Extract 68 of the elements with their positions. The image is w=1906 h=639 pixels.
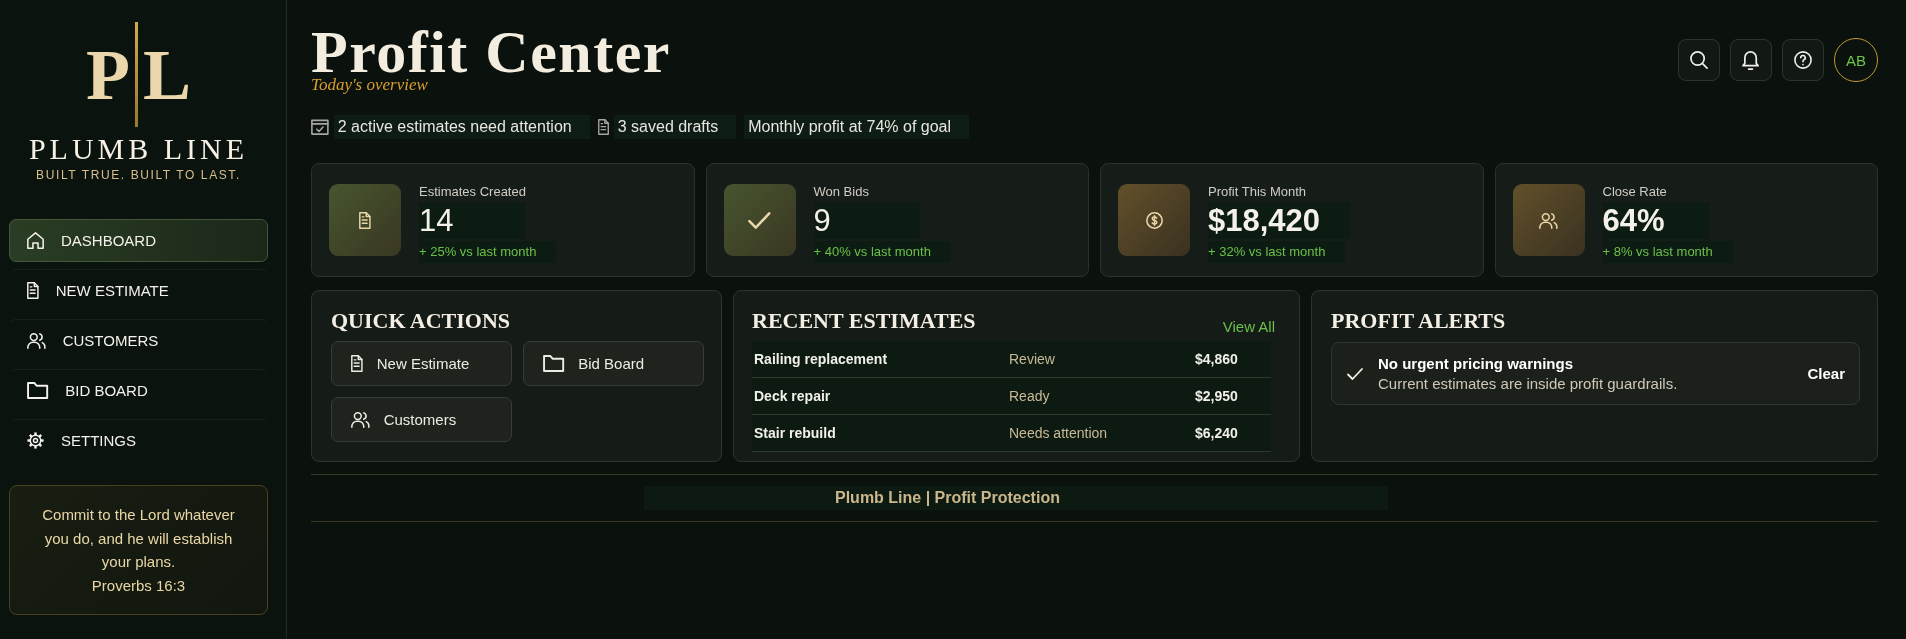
quote-text: Commit to the Lord whatever you do, and he will establish your plans. [41, 505, 236, 572]
view-all-link[interactable]: View All [1222, 318, 1275, 336]
document-icon [597, 119, 609, 135]
stat-change: + 8% vs last month [1602, 241, 1733, 263]
document-icon [27, 282, 39, 299]
panel-title: RECENT ESTIMATES [752, 308, 976, 334]
quick-action-button[interactable]: Customers [331, 397, 512, 442]
stat-value: 9 [813, 202, 920, 239]
search-button[interactable] [1678, 39, 1720, 81]
estimate-amount: $6,240 [1195, 425, 1239, 441]
search-icon [1690, 51, 1708, 69]
bell-icon [1742, 50, 1760, 70]
nav-item[interactable]: BID BOARD [9, 369, 268, 412]
help-icon [1794, 51, 1812, 69]
quick-action-button[interactable]: Bid Board [523, 341, 704, 386]
nav-item[interactable]: DASHBOARD [9, 219, 268, 262]
check-icon [1347, 367, 1363, 380]
folder-icon [543, 355, 565, 372]
panel-title: QUICK ACTIONS [331, 308, 512, 334]
estimate-name: Deck repair [753, 388, 832, 404]
notice-text: 2 active estimates need attention [333, 115, 590, 139]
document-icon [329, 184, 401, 256]
estimate-name: Stair rebuild [753, 425, 837, 441]
folder-icon [27, 382, 49, 399]
stat-change: + 32% vs last month [1208, 241, 1346, 263]
estimate-name: Railing replacement [753, 351, 889, 367]
notice-text: 3 saved drafts [613, 115, 737, 139]
nav-item[interactable]: CUSTOMERS [9, 319, 268, 362]
brand-name: PLUMB LINE [27, 131, 250, 167]
stat-label: Profit This Month [1208, 184, 1307, 200]
help-button[interactable] [1782, 39, 1824, 81]
nav-item[interactable]: NEW ESTIMATE [9, 269, 268, 312]
home-icon [27, 232, 44, 249]
footer-text: Plumb Line | Profit Protection [644, 486, 1388, 510]
logo-letter: L [142, 38, 191, 111]
estimate-status: Ready [1009, 388, 1051, 404]
stat-label: Close Rate [1602, 184, 1667, 200]
stat-change: + 40% vs last month [813, 241, 951, 263]
notice-text: Monthly profit at 74% of goal [744, 115, 969, 139]
stat-value: 14 [419, 202, 525, 239]
stat-label: Estimates Created [419, 184, 526, 200]
stat-label: Won Bids [813, 184, 869, 200]
users-icon [27, 332, 46, 349]
nav-item[interactable]: SETTINGS [9, 419, 268, 462]
estimate-amount: $2,950 [1195, 388, 1239, 404]
document-icon [351, 355, 363, 372]
calendar-check-icon [311, 119, 329, 135]
vertical-line-icon [134, 22, 138, 127]
panel-title: PROFIT ALERTS [1331, 308, 1507, 334]
users-icon [1512, 184, 1585, 256]
dollar-coin-icon [1118, 184, 1190, 256]
stat-change: + 25% vs last month [419, 241, 557, 263]
stat-value: 64% [1602, 202, 1709, 239]
brand-tagline: BUILT TRUE. BUILT TO LAST. [35, 168, 242, 182]
quick-action-button[interactable]: New Estimate [331, 341, 512, 386]
logo-letter: P [86, 38, 130, 111]
alert-title: No urgent pricing warnings [1378, 353, 1574, 374]
stat-value: $18,420 [1208, 202, 1351, 239]
users-icon [351, 411, 370, 428]
check-icon [723, 184, 796, 256]
estimate-status: Needs attention [1009, 425, 1109, 441]
quote-reference: Proverbs 16:3 [90, 575, 187, 596]
notifications-button[interactable] [1730, 39, 1772, 81]
clear-button[interactable]: Clear [1807, 365, 1845, 382]
settings-icon [27, 432, 44, 449]
alert-message: Current estimates are inside profit guardrails. [1378, 373, 1679, 394]
estimate-amount: $4,860 [1195, 351, 1239, 367]
estimate-status: Review [1009, 351, 1056, 367]
